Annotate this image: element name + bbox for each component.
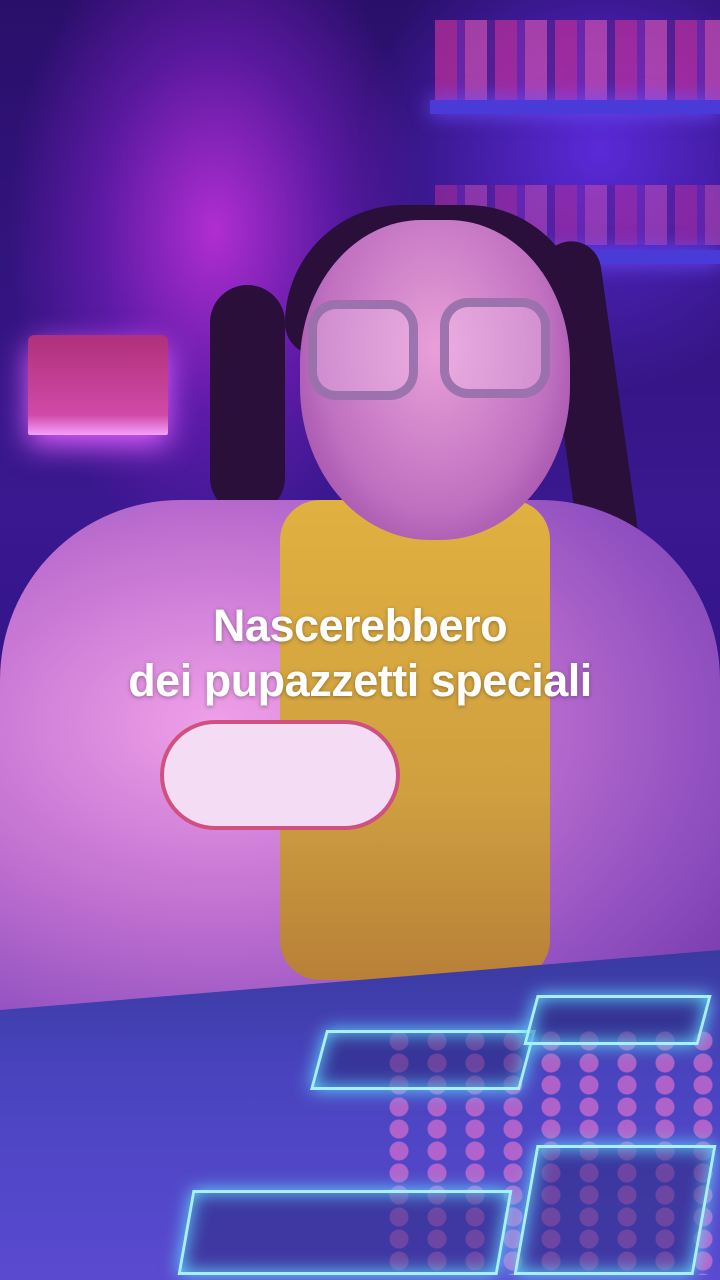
caption-line-1: Nascerebbero: [212, 600, 508, 651]
glasses-right-lens: [440, 298, 550, 398]
glowing-card: [177, 1190, 513, 1275]
bookshelf-books: [435, 20, 720, 105]
glowing-card: [513, 1145, 717, 1275]
glowing-card: [309, 1030, 537, 1090]
caption-line-2: dei pupazzetti speciali: [128, 655, 592, 706]
shelf: [430, 100, 720, 114]
subtitle-caption: Nascerebbero dei pupazzetti speciali: [0, 598, 720, 708]
hair-pigtail-left: [210, 285, 285, 515]
lamp: [28, 335, 168, 435]
glasses-left-lens: [308, 300, 418, 400]
glowing-card: [523, 995, 712, 1045]
airplane-patch: [160, 720, 400, 830]
video-frame[interactable]: Nascerebbero dei pupazzetti speciali: [0, 0, 720, 1280]
